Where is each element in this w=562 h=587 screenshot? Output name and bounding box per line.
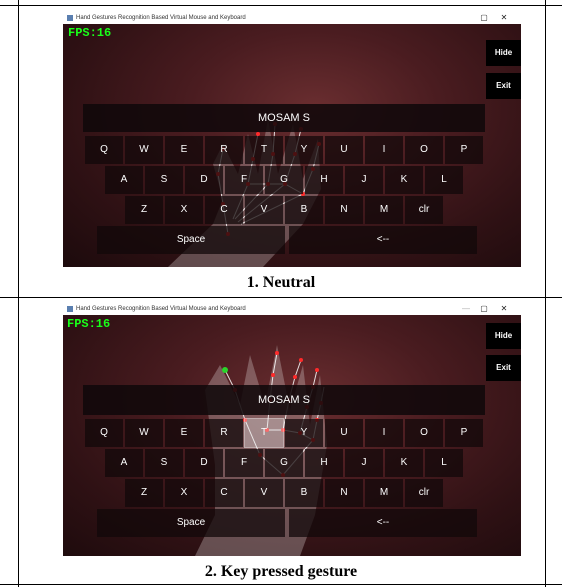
key-i[interactable]: I <box>365 419 403 447</box>
fps-counter: FPS:16 <box>68 26 112 40</box>
typed-text-display: MOSAM S <box>83 385 485 415</box>
app-window-key-pressed: Hand Gestures Recognition Based Virtual … <box>63 303 521 556</box>
key-d[interactable]: D <box>185 166 223 194</box>
table-border-middle <box>0 297 562 298</box>
key-n[interactable]: N <box>325 196 363 224</box>
key-m[interactable]: M <box>365 196 403 224</box>
key-j[interactable]: J <box>345 449 383 477</box>
key-x[interactable]: X <box>165 479 203 507</box>
key-k[interactable]: K <box>385 166 423 194</box>
table-border-right <box>545 0 546 587</box>
maximize-button[interactable]: ▢ <box>477 303 491 315</box>
key-d[interactable]: D <box>185 449 223 477</box>
key-v[interactable]: V <box>245 196 283 224</box>
key-s[interactable]: S <box>145 449 183 477</box>
window-title: Hand Gestures Recognition Based Virtual … <box>76 306 246 312</box>
key-u[interactable]: U <box>325 136 363 164</box>
key-r[interactable]: R <box>205 419 243 447</box>
space-key[interactable]: Space <box>97 226 285 254</box>
app-icon <box>67 306 73 312</box>
camera-feed: FPS:16 Hide Exit MOSAM S Q W E R T Y U I… <box>63 315 521 556</box>
key-z[interactable]: Z <box>125 196 163 224</box>
key-l[interactable]: L <box>425 449 463 477</box>
caption-neutral: 1. Neutral <box>246 274 316 291</box>
key-i[interactable]: I <box>365 136 403 164</box>
app-window-neutral: Hand Gestures Recognition Based Virtual … <box>63 12 521 267</box>
key-q[interactable]: Q <box>85 136 123 164</box>
exit-button[interactable]: Exit <box>486 355 521 381</box>
key-v[interactable]: V <box>245 479 283 507</box>
figure: Hand Gestures Recognition Based Virtual … <box>0 0 562 587</box>
key-h[interactable]: H <box>305 449 343 477</box>
hide-button[interactable]: Hide <box>486 40 521 66</box>
space-key[interactable]: Space <box>97 509 285 537</box>
key-w[interactable]: W <box>125 419 163 447</box>
minimize-button[interactable]: — <box>459 303 473 315</box>
fps-counter: FPS:16 <box>67 317 111 331</box>
table-border-bottom <box>0 584 562 585</box>
app-icon <box>67 15 73 21</box>
table-border-top <box>0 5 562 6</box>
key-y[interactable]: Y <box>285 419 323 447</box>
table-border-left <box>18 0 19 587</box>
key-a[interactable]: A <box>105 449 143 477</box>
backspace-key[interactable]: <-- <box>289 509 477 537</box>
key-b[interactable]: B <box>285 196 323 224</box>
key-b[interactable]: B <box>285 479 323 507</box>
key-j[interactable]: J <box>345 166 383 194</box>
key-u[interactable]: U <box>325 419 363 447</box>
key-g[interactable]: G <box>265 449 303 477</box>
key-k[interactable]: K <box>385 449 423 477</box>
caption-key-pressed: 2. Key pressed gesture <box>204 563 358 580</box>
key-o[interactable]: O <box>405 136 443 164</box>
hide-button[interactable]: Hide <box>486 323 521 349</box>
key-r[interactable]: R <box>205 136 243 164</box>
key-o[interactable]: O <box>405 419 443 447</box>
key-clr[interactable]: clr <box>405 196 443 224</box>
title-bar: Hand Gestures Recognition Based Virtual … <box>63 12 521 24</box>
key-e[interactable]: E <box>165 419 203 447</box>
key-t[interactable]: T <box>244 418 284 448</box>
key-p[interactable]: P <box>445 136 483 164</box>
close-button[interactable]: ✕ <box>497 303 511 315</box>
key-y[interactable]: Y <box>285 136 323 164</box>
key-p[interactable]: P <box>445 419 483 447</box>
key-s[interactable]: S <box>145 166 183 194</box>
key-c[interactable]: C <box>205 479 243 507</box>
key-f[interactable]: F <box>225 449 263 477</box>
key-h[interactable]: H <box>305 166 343 194</box>
maximize-button[interactable]: ▢ <box>477 12 491 24</box>
key-w[interactable]: W <box>125 136 163 164</box>
backspace-key[interactable]: <-- <box>289 226 477 254</box>
key-z[interactable]: Z <box>125 479 163 507</box>
key-c[interactable]: C <box>205 196 243 224</box>
exit-button[interactable]: Exit <box>486 73 521 99</box>
key-e[interactable]: E <box>165 136 203 164</box>
camera-feed: FPS:16 Hide Exit MOSAM S Q W E R T Y U I… <box>63 24 521 267</box>
key-clr[interactable]: clr <box>405 479 443 507</box>
typed-text-display: MOSAM S <box>83 104 485 132</box>
key-q[interactable]: Q <box>85 419 123 447</box>
key-n[interactable]: N <box>325 479 363 507</box>
key-f[interactable]: F <box>225 166 263 194</box>
key-l[interactable]: L <box>425 166 463 194</box>
key-g[interactable]: G <box>265 166 303 194</box>
close-button[interactable]: ✕ <box>497 12 511 24</box>
key-a[interactable]: A <box>105 166 143 194</box>
key-m[interactable]: M <box>365 479 403 507</box>
key-x[interactable]: X <box>165 196 203 224</box>
key-t[interactable]: T <box>245 136 283 164</box>
title-bar: Hand Gestures Recognition Based Virtual … <box>63 303 521 315</box>
window-title: Hand Gestures Recognition Based Virtual … <box>76 15 246 21</box>
